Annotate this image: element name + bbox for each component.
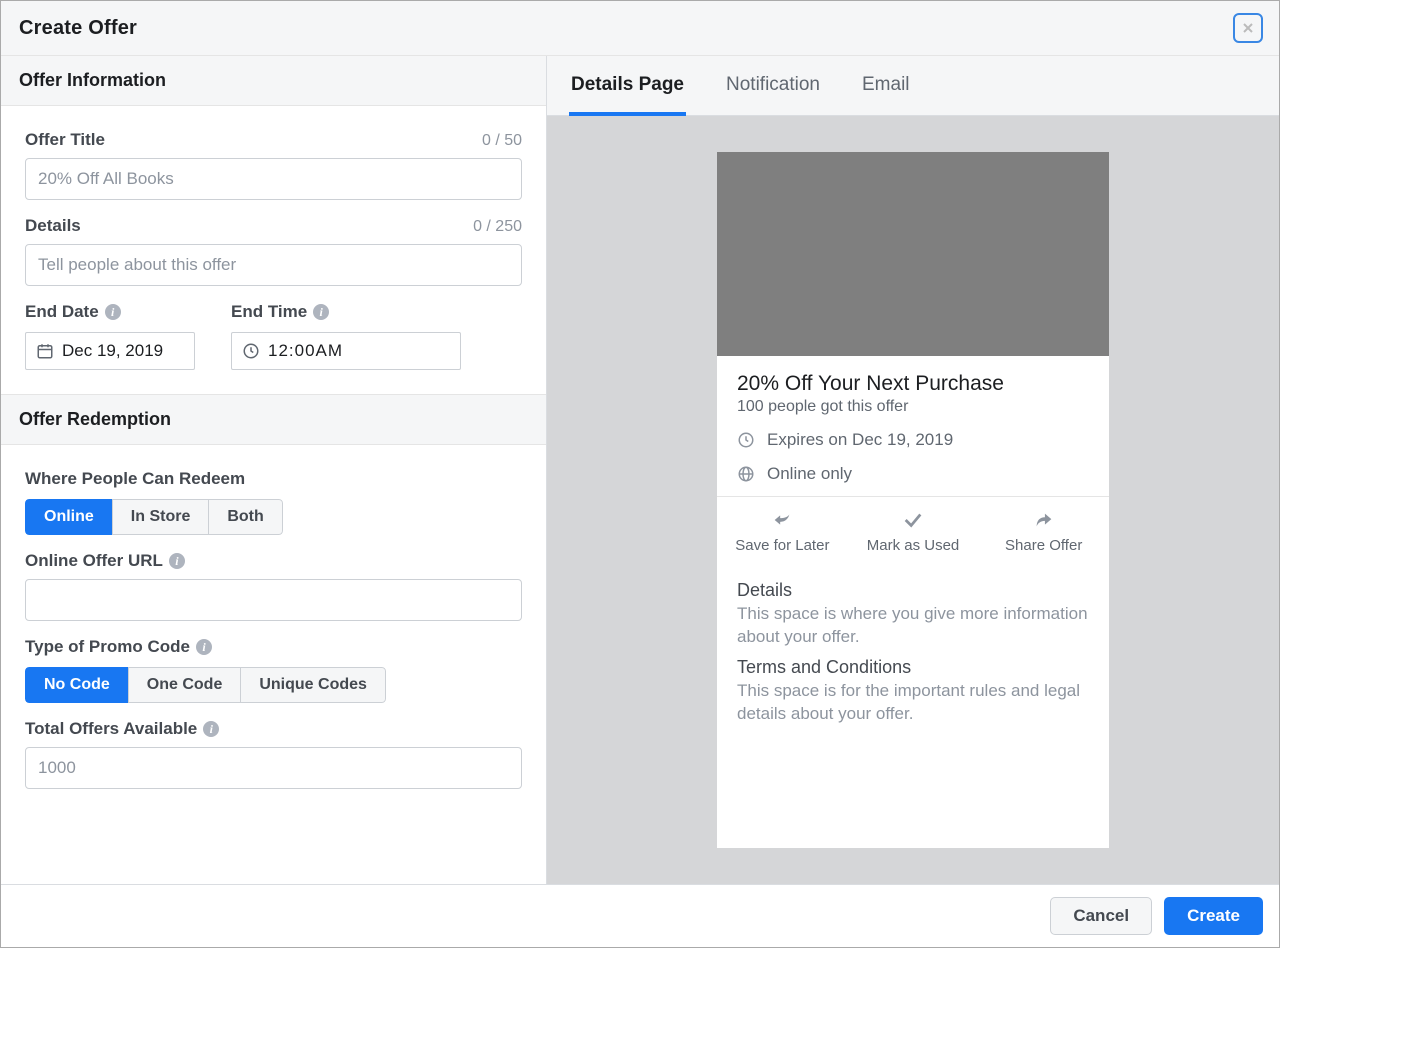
redeem-where-segmented: Online In Store Both: [25, 499, 283, 535]
section-offer-information: Offer Information: [1, 56, 546, 106]
create-offer-modal: Create Offer Offer Information Offer Tit…: [0, 0, 1280, 948]
end-time-label: End Time: [231, 302, 307, 322]
field-online-url: Online Offer URL i: [25, 551, 522, 621]
promo-type-label: Type of Promo Code: [25, 637, 190, 657]
left-panel: Offer Information Offer Title 0 / 50 Det…: [1, 56, 547, 884]
total-available-label: Total Offers Available: [25, 719, 197, 739]
redeem-where-label: Where People Can Redeem: [25, 469, 522, 489]
info-icon[interactable]: i: [313, 304, 329, 320]
preview-details-text: This space is where you give more inform…: [737, 603, 1089, 649]
preview-terms-text: This space is for the important rules an…: [737, 680, 1089, 726]
right-panel: Details Page Notification Email 20% Off …: [547, 56, 1279, 884]
clock-icon: [737, 431, 755, 449]
end-date-input[interactable]: Dec 19, 2019: [25, 332, 195, 370]
preview-expires: Expires on Dec 19, 2019: [767, 430, 953, 450]
end-date-label: End Date: [25, 302, 99, 322]
tab-notification[interactable]: Notification: [724, 56, 822, 116]
field-details: Details 0 / 250: [25, 216, 522, 286]
end-time-value: 12:00AM: [268, 341, 343, 361]
field-promo-type: Type of Promo Code i No Code One Code Un…: [25, 637, 522, 703]
details-input[interactable]: [25, 244, 522, 286]
preview-area: 20% Off Your Next Purchase 100 people go…: [547, 116, 1279, 884]
redeem-option-both[interactable]: Both: [208, 499, 282, 535]
create-button[interactable]: Create: [1164, 897, 1263, 935]
modal-header: Create Offer: [1, 1, 1279, 56]
action-share-label: Share Offer: [1005, 537, 1082, 554]
preview-subtitle: 100 people got this offer: [737, 398, 1089, 416]
offer-information-body: Offer Title 0 / 50 Details 0 / 250: [1, 106, 546, 394]
info-icon[interactable]: i: [203, 721, 219, 737]
preview-online-only: Online only: [767, 464, 852, 484]
preview-image-placeholder: [717, 152, 1109, 356]
preview-details-heading: Details: [737, 580, 1089, 601]
online-url-label: Online Offer URL: [25, 551, 163, 571]
field-total-available: Total Offers Available i: [25, 719, 522, 789]
clock-icon: [242, 342, 260, 360]
preview-tabs: Details Page Notification Email: [547, 56, 1279, 116]
action-save-for-later[interactable]: Save for Later: [717, 497, 848, 568]
total-available-input[interactable]: [25, 747, 522, 789]
promo-option-nocode[interactable]: No Code: [25, 667, 129, 703]
end-date-value: Dec 19, 2019: [62, 341, 163, 361]
share-icon: [1031, 509, 1057, 531]
save-icon: [769, 509, 795, 531]
online-url-input[interactable]: [25, 579, 522, 621]
tab-email[interactable]: Email: [860, 56, 912, 116]
info-icon[interactable]: i: [105, 304, 121, 320]
field-end-time: End Time i 12:00AM: [231, 302, 461, 370]
info-icon[interactable]: i: [196, 639, 212, 655]
preview-actions: Save for Later Mark as Used Share Offer: [717, 496, 1109, 568]
calendar-icon: [36, 342, 54, 360]
close-button[interactable]: [1235, 15, 1261, 41]
preview-terms-heading: Terms and Conditions: [737, 657, 1089, 678]
offer-redemption-body: Where People Can Redeem Online In Store …: [1, 445, 546, 813]
details-label: Details: [25, 216, 81, 236]
checkmark-icon: [900, 509, 926, 531]
details-counter: 0 / 250: [473, 218, 522, 236]
action-save-label: Save for Later: [735, 537, 829, 554]
field-end-date: End Date i Dec 19, 2019: [25, 302, 195, 370]
section-offer-redemption: Offer Redemption: [1, 394, 546, 445]
offer-title-input[interactable]: [25, 158, 522, 200]
action-share-offer[interactable]: Share Offer: [978, 497, 1109, 568]
modal-body: Offer Information Offer Title 0 / 50 Det…: [1, 56, 1279, 884]
field-redeem-where: Where People Can Redeem Online In Store …: [25, 469, 522, 535]
globe-icon: [737, 465, 755, 483]
promo-option-onecode[interactable]: One Code: [128, 667, 242, 703]
promo-option-unique[interactable]: Unique Codes: [240, 667, 386, 703]
info-icon[interactable]: i: [169, 553, 185, 569]
field-offer-title: Offer Title 0 / 50: [25, 130, 522, 200]
action-mark-label: Mark as Used: [867, 537, 960, 554]
promo-type-segmented: No Code One Code Unique Codes: [25, 667, 386, 703]
offer-title-counter: 0 / 50: [482, 132, 522, 150]
modal-title: Create Offer: [19, 17, 137, 40]
modal-footer: Cancel Create: [1, 884, 1279, 947]
redeem-option-online[interactable]: Online: [25, 499, 113, 535]
redeem-option-instore[interactable]: In Store: [112, 499, 210, 535]
tab-details-page[interactable]: Details Page: [569, 56, 686, 116]
preview-card: 20% Off Your Next Purchase 100 people go…: [717, 152, 1109, 848]
action-mark-as-used[interactable]: Mark as Used: [848, 497, 979, 568]
cancel-button[interactable]: Cancel: [1050, 897, 1152, 935]
end-time-input[interactable]: 12:00AM: [231, 332, 461, 370]
offer-title-label: Offer Title: [25, 130, 105, 150]
close-icon: [1240, 20, 1256, 36]
preview-title: 20% Off Your Next Purchase: [737, 372, 1089, 396]
